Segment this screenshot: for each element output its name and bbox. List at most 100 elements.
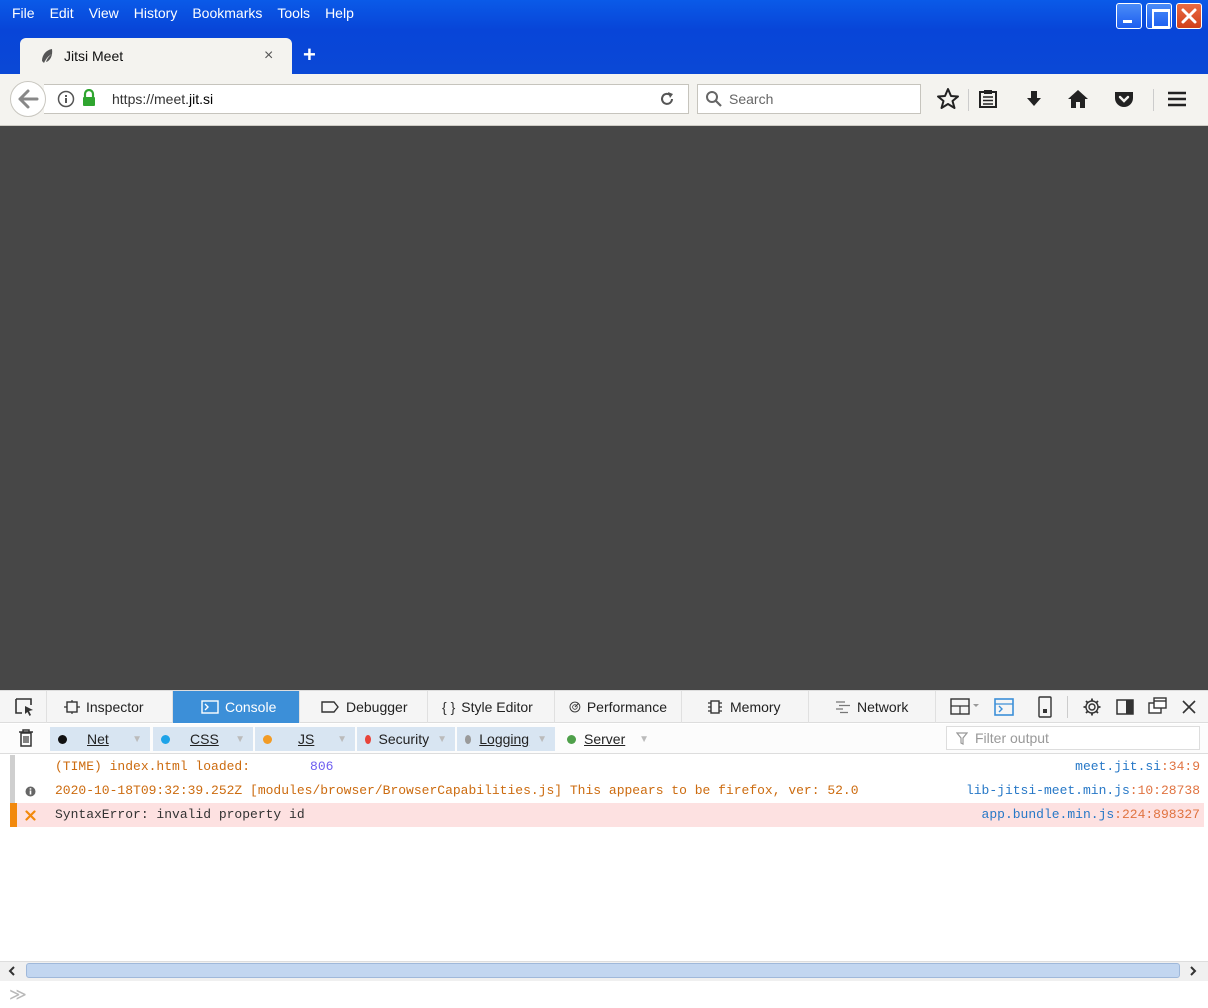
network-icon (836, 701, 850, 714)
console-input[interactable] (32, 985, 1202, 1005)
tab-console[interactable]: Console (173, 691, 300, 723)
css-dot-icon (161, 734, 170, 744)
dock-side-icon[interactable] (1115, 697, 1135, 717)
filter-css-button[interactable]: CSS ▼ (153, 727, 253, 751)
responsive-mode-icon[interactable] (1037, 696, 1053, 718)
log-source-link[interactable]: lib-jitsi-meet.min.js:10:28738 (959, 779, 1200, 803)
filter-placeholder: Filter output (975, 730, 1049, 746)
tab-label: Debugger (346, 699, 408, 715)
menu-view[interactable]: View (83, 5, 128, 21)
maximize-button[interactable] (1146, 3, 1172, 29)
menu-history[interactable]: History (128, 5, 187, 21)
pocket-icon[interactable] (1113, 88, 1135, 110)
filter-output-input[interactable]: Filter output (946, 726, 1200, 750)
chevron-down-icon: ▼ (235, 733, 245, 745)
trash-icon[interactable] (17, 728, 35, 748)
log-message: 2020-10-18T09:32:39.252Z [modules/browse… (55, 783, 859, 798)
inspector-icon (64, 700, 80, 714)
filter-label: Server (584, 731, 626, 747)
tab-style-editor[interactable]: { } Style Editor (428, 691, 555, 723)
tab-label: Memory (730, 699, 781, 715)
split-console-icon[interactable] (993, 697, 1015, 717)
menu-file[interactable]: File (6, 5, 44, 21)
console-icon (201, 700, 219, 714)
close-icon (1181, 8, 1197, 24)
scroll-left-icon[interactable] (5, 964, 19, 978)
log-row: 2020-10-18T09:32:39.252Z [modules/browse… (10, 779, 1204, 803)
security-dot-icon (365, 734, 371, 744)
tab-label: Inspector (86, 699, 144, 715)
debugger-icon (321, 701, 339, 713)
toolbar-divider (1067, 696, 1068, 718)
filter-security-button[interactable]: Security ▼ (357, 727, 455, 751)
element-picker-icon[interactable] (14, 697, 36, 717)
tab-jitsi-meet[interactable] (20, 38, 292, 74)
server-dot-icon (567, 734, 576, 744)
performance-icon (569, 701, 581, 713)
layout-toggle-icon[interactable] (950, 697, 982, 717)
tab-network[interactable]: Network (809, 691, 936, 723)
filter-label: Logging (479, 731, 530, 747)
tab-performance[interactable]: Performance (555, 691, 682, 723)
info-icon[interactable] (57, 90, 75, 108)
filter-js-button[interactable]: JS ▼ (255, 727, 355, 751)
close-window-button[interactable] (1176, 3, 1202, 29)
log-row: (TIME) index.html loaded: 806 meet.jit.si… (10, 755, 1204, 779)
tab-debugger[interactable]: Debugger (300, 691, 428, 723)
filter-server-button[interactable]: Server ▼ (559, 727, 657, 751)
filter-label: JS (298, 731, 315, 747)
back-button[interactable] (10, 81, 46, 117)
tab-label: Network (857, 699, 909, 715)
filter-label: CSS (190, 731, 219, 747)
hamburger-menu-icon[interactable] (1166, 88, 1188, 110)
tab-close-icon[interactable]: × (264, 47, 273, 65)
settings-gear-icon[interactable] (1082, 697, 1102, 717)
tab-label: Performance (586, 699, 667, 715)
bookmark-star-icon[interactable] (936, 87, 960, 111)
scroll-right-icon[interactable] (1186, 964, 1200, 978)
info-icon (25, 786, 36, 797)
error-x-icon (25, 810, 36, 821)
page-content[interactable] (0, 126, 1208, 690)
search-icon (706, 91, 722, 107)
tab-title: Jitsi Meet (64, 48, 124, 64)
undock-window-icon[interactable] (1147, 696, 1169, 716)
toolbar-divider (968, 89, 969, 111)
chevron-down-icon: ▼ (437, 733, 447, 745)
menu-tools[interactable]: Tools (271, 5, 319, 21)
minimize-button[interactable] (1116, 3, 1142, 29)
toolbar-divider (1153, 89, 1154, 111)
tab-memory[interactable]: Memory (682, 691, 809, 723)
download-icon[interactable] (1023, 88, 1045, 110)
menu-bar: File Edit View History Bookmarks Tools H… (6, 5, 363, 21)
reload-icon[interactable] (657, 89, 677, 109)
scrollbar-thumb[interactable] (26, 963, 1180, 978)
bookmarks-menu-icon[interactable] (977, 88, 999, 110)
memory-icon (708, 700, 722, 714)
js-dot-icon (263, 734, 272, 744)
filter-net-button[interactable]: Net ▼ (50, 727, 150, 751)
menu-bookmarks[interactable]: Bookmarks (186, 5, 271, 21)
braces-icon: { } (442, 699, 456, 715)
net-dot-icon (58, 734, 67, 744)
close-devtools-icon[interactable] (1179, 697, 1199, 717)
logging-dot-icon (465, 734, 472, 744)
log-source-link[interactable]: meet.jit.si:34:9 (1075, 755, 1200, 779)
tab-inspector[interactable]: Inspector (50, 691, 173, 723)
toolbar-divider (46, 691, 47, 723)
chevron-down-icon: ▼ (537, 733, 547, 745)
chevron-down-icon: ▼ (132, 733, 142, 745)
home-icon[interactable] (1066, 88, 1090, 110)
url-text[interactable]: https://meet.jit.si (112, 91, 213, 107)
menu-help[interactable]: Help (319, 5, 363, 21)
filter-logging-button[interactable]: Logging ▼ (457, 727, 555, 751)
jitsi-logo-icon (42, 49, 53, 63)
menu-edit[interactable]: Edit (44, 5, 83, 21)
log-source-link[interactable]: app.bundle.min.js:224:898327 (982, 803, 1200, 827)
filter-label: Security (378, 731, 430, 747)
chevron-down-icon: ▼ (639, 733, 649, 745)
new-tab-button[interactable]: + (303, 42, 316, 68)
filter-label: Net (87, 731, 109, 747)
lock-icon[interactable] (81, 89, 97, 107)
back-arrow-icon (18, 89, 39, 109)
